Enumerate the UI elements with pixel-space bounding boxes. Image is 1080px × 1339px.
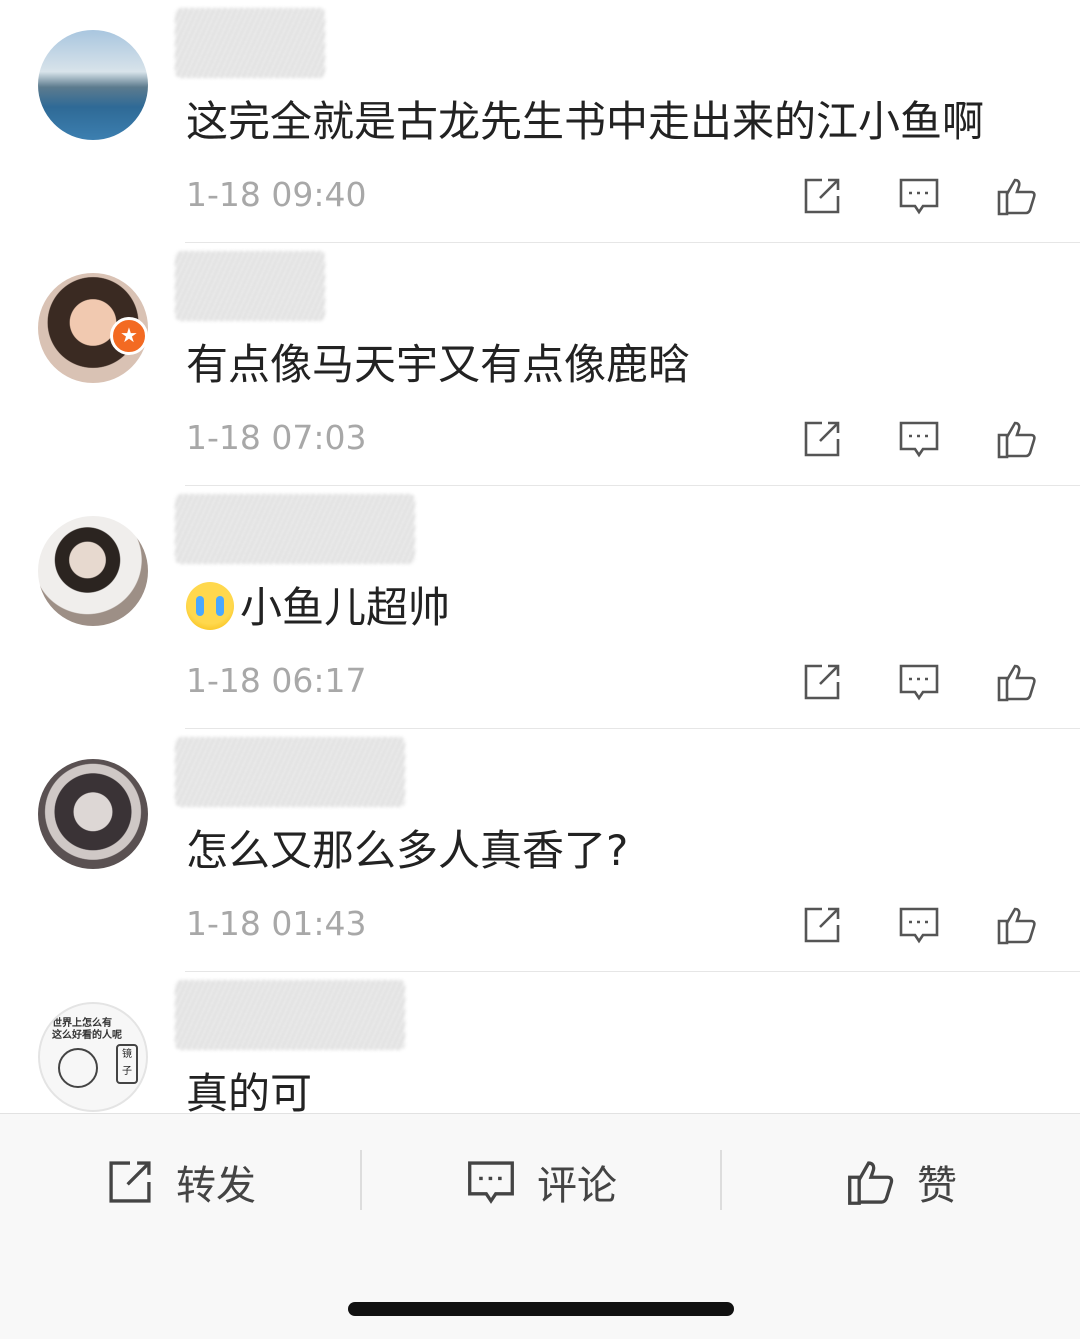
- divider: [360, 1150, 362, 1210]
- username-redacted[interactable]: [175, 8, 325, 78]
- comment-icon[interactable]: [897, 174, 941, 218]
- comment-button[interactable]: 评论: [465, 1152, 617, 1212]
- thumbs-up-icon[interactable]: [995, 660, 1039, 704]
- comment-item: 这完全就是古龙先生书中走出来的江小鱼啊 1-18 09:40: [0, 0, 1080, 243]
- comment-time: 1-18 09:40: [186, 175, 367, 214]
- share-icon[interactable]: [800, 660, 844, 704]
- avatar[interactable]: 世界上怎么有 这么好看的人呢 镜子: [38, 1002, 148, 1112]
- comment-text: 这完全就是古龙先生书中走出来的江小鱼啊: [186, 97, 985, 146]
- comment-text-content: 小鱼儿超帅: [240, 583, 451, 632]
- like-button[interactable]: 赞: [845, 1152, 957, 1212]
- comment-label: 评论: [537, 1163, 617, 1209]
- repost-button[interactable]: 转发: [104, 1152, 256, 1212]
- comment-text: 有点像马天宇又有点像鹿晗: [186, 340, 691, 389]
- avatar-caption: 世界上怎么有 这么好看的人呢: [52, 1018, 122, 1041]
- comment-item: ★ 有点像马天宇又有点像鹿晗 1-18 07:03: [0, 243, 1080, 486]
- username-redacted[interactable]: [175, 737, 405, 807]
- comment-icon[interactable]: [897, 660, 941, 704]
- thumbs-up-icon[interactable]: [995, 417, 1039, 461]
- comment-time: 1-18 06:17: [186, 661, 367, 700]
- username-redacted[interactable]: [175, 494, 415, 564]
- comment-text: 怎么又那么多人真香了?: [186, 826, 629, 875]
- share-icon[interactable]: [800, 903, 844, 947]
- crying-emoji-icon: [186, 582, 234, 630]
- comment-text: 小鱼儿超帅: [186, 578, 450, 638]
- share-icon: [109, 1161, 151, 1203]
- like-label: 赞: [917, 1163, 957, 1209]
- avatar-mirror-label: 镜子: [116, 1044, 138, 1084]
- comment-time: 1-18 07:03: [186, 418, 367, 457]
- username-redacted[interactable]: [175, 980, 405, 1050]
- comment-item: 怎么又那么多人真香了? 1-18 01:43: [0, 729, 1080, 972]
- thumbs-up-icon[interactable]: [995, 903, 1039, 947]
- username-redacted[interactable]: [175, 251, 325, 321]
- avatar[interactable]: [38, 759, 148, 869]
- verified-star-icon: ★: [110, 317, 148, 355]
- share-icon[interactable]: [800, 174, 844, 218]
- thumbs-up-icon[interactable]: [995, 174, 1039, 218]
- avatar[interactable]: [38, 30, 148, 140]
- comment-icon: [468, 1161, 514, 1204]
- comment-time: 1-18 01:43: [186, 904, 367, 943]
- divider: [720, 1150, 722, 1210]
- avatar[interactable]: [38, 516, 148, 626]
- comment-icon[interactable]: [897, 903, 941, 947]
- repost-label: 转发: [176, 1163, 256, 1209]
- home-indicator[interactable]: [348, 1302, 734, 1316]
- share-icon[interactable]: [800, 417, 844, 461]
- thumbs-up-icon: [848, 1161, 894, 1205]
- doodle-face-icon: [58, 1048, 98, 1088]
- comment-item: 小鱼儿超帅 1-18 06:17: [0, 486, 1080, 729]
- comment-icon[interactable]: [897, 417, 941, 461]
